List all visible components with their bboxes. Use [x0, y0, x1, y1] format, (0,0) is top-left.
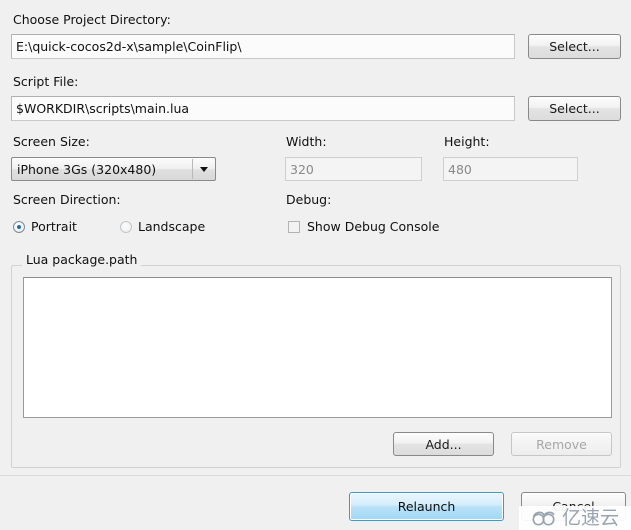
- add-path-button[interactable]: Add...: [393, 432, 494, 456]
- relaunch-button[interactable]: Relaunch: [349, 492, 504, 521]
- cancel-button[interactable]: Cancel: [521, 492, 626, 521]
- screen-size-combobox[interactable]: iPhone 3Gs (320x480): [11, 157, 216, 181]
- width-input[interactable]: 320: [285, 157, 422, 181]
- remove-path-button[interactable]: Remove: [511, 432, 612, 456]
- script-file-label: Script File:: [13, 74, 79, 89]
- project-directory-input[interactable]: E:\quick-cocos2d-x\sample\CoinFlip\: [11, 34, 515, 59]
- project-directory-label: Choose Project Directory:: [13, 12, 171, 27]
- radio-portrait[interactable]: Portrait: [13, 219, 77, 234]
- radio-landscape-indicator: [120, 220, 132, 233]
- checkbox-indicator: [288, 220, 300, 233]
- show-debug-console-label: Show Debug Console: [307, 219, 440, 234]
- radio-portrait-label: Portrait: [31, 219, 77, 234]
- chevron-down-icon[interactable]: [192, 159, 214, 179]
- radio-portrait-indicator: [13, 220, 25, 233]
- script-file-input[interactable]: $WORKDIR\scripts\main.lua: [11, 96, 515, 121]
- height-input[interactable]: 480: [443, 157, 578, 181]
- radio-landscape-label: Landscape: [138, 219, 206, 234]
- lua-package-path-title: Lua package.path: [22, 252, 142, 267]
- lua-package-path-textarea[interactable]: [23, 277, 612, 418]
- screen-direction-label: Screen Direction:: [13, 192, 121, 207]
- debug-label: Debug:: [286, 192, 332, 207]
- script-file-select-button[interactable]: Select...: [528, 96, 621, 121]
- screen-size-selected-value: iPhone 3Gs (320x480): [17, 161, 157, 177]
- show-debug-console-checkbox[interactable]: Show Debug Console: [288, 219, 439, 234]
- screen-size-label: Screen Size:: [13, 134, 90, 149]
- width-label: Width:: [286, 134, 327, 149]
- project-directory-select-button[interactable]: Select...: [528, 34, 621, 59]
- footer-divider: [0, 475, 631, 476]
- radio-landscape[interactable]: Landscape: [120, 219, 205, 234]
- height-label: Height:: [444, 134, 490, 149]
- player-settings-dialog: Choose Project Directory: E:\quick-cocos…: [0, 0, 631, 530]
